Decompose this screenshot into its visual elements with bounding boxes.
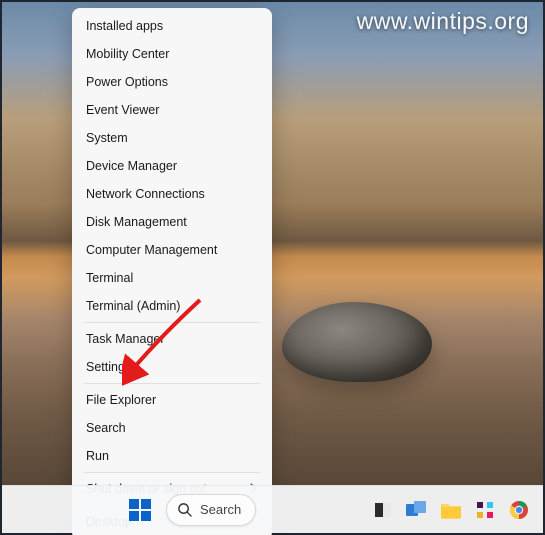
menu-item-power-options[interactable]: Power Options (76, 68, 268, 96)
chrome-icon (509, 500, 529, 520)
taskbar-center: Search (120, 490, 256, 530)
wallpaper-rock (282, 302, 432, 382)
menu-item-device-manager[interactable]: Device Manager (76, 152, 268, 180)
menu-label: Task Manager (86, 332, 165, 346)
menu-item-task-manager[interactable]: Task Manager (76, 325, 268, 353)
menu-label: Network Connections (86, 187, 205, 201)
menu-item-disk-management[interactable]: Disk Management (76, 208, 268, 236)
menu-label: Terminal (Admin) (86, 299, 180, 313)
app-icon (475, 500, 495, 520)
taskbar-right (367, 490, 535, 530)
menu-item-mobility-center[interactable]: Mobility Center (76, 40, 268, 68)
menu-item-event-viewer[interactable]: Event Viewer (76, 96, 268, 124)
menu-item-computer-management[interactable]: Computer Management (76, 236, 268, 264)
desktop-wallpaper: www.wintips.org Installed apps Mobility … (0, 0, 545, 535)
taskbar-app-3[interactable] (469, 490, 501, 530)
menu-label: Run (86, 449, 109, 463)
winx-context-menu: Installed apps Mobility Center Power Opt… (72, 8, 272, 535)
menu-label: System (86, 131, 128, 145)
menu-item-search[interactable]: Search (76, 414, 268, 442)
watermark-text: www.wintips.org (357, 8, 529, 35)
search-icon (177, 502, 192, 517)
menu-item-settings[interactable]: Settings (76, 353, 268, 381)
menu-item-terminal-admin[interactable]: Terminal (Admin) (76, 292, 268, 320)
menu-label: File Explorer (86, 393, 156, 407)
app-icon (406, 500, 428, 520)
search-label: Search (200, 502, 241, 517)
taskbar-app-2[interactable] (401, 490, 433, 530)
menu-item-terminal[interactable]: Terminal (76, 264, 268, 292)
taskbar-file-explorer[interactable] (435, 490, 467, 530)
menu-label: Settings (86, 360, 131, 374)
menu-item-installed-apps[interactable]: Installed apps (76, 12, 268, 40)
windows-logo-icon (129, 499, 151, 521)
menu-label: Terminal (86, 271, 133, 285)
menu-label: Power Options (86, 75, 168, 89)
menu-item-system[interactable]: System (76, 124, 268, 152)
taskbar-search[interactable]: Search (166, 494, 256, 526)
folder-icon (440, 501, 462, 519)
menu-label: Search (86, 421, 126, 435)
start-button[interactable] (120, 490, 160, 530)
menu-label: Computer Management (86, 243, 217, 257)
menu-item-file-explorer[interactable]: File Explorer (76, 386, 268, 414)
menu-item-network-connections[interactable]: Network Connections (76, 180, 268, 208)
menu-label: Mobility Center (86, 47, 169, 61)
taskbar-chrome[interactable] (503, 490, 535, 530)
taskbar-app-1[interactable] (367, 490, 399, 530)
menu-separator (84, 322, 260, 323)
app-icon (373, 500, 393, 520)
menu-item-run[interactable]: Run (76, 442, 268, 470)
menu-label: Device Manager (86, 159, 177, 173)
taskbar: Search (2, 485, 543, 533)
menu-label: Installed apps (86, 19, 163, 33)
menu-label: Event Viewer (86, 103, 159, 117)
menu-separator (84, 472, 260, 473)
menu-label: Disk Management (86, 215, 187, 229)
menu-separator (84, 383, 260, 384)
